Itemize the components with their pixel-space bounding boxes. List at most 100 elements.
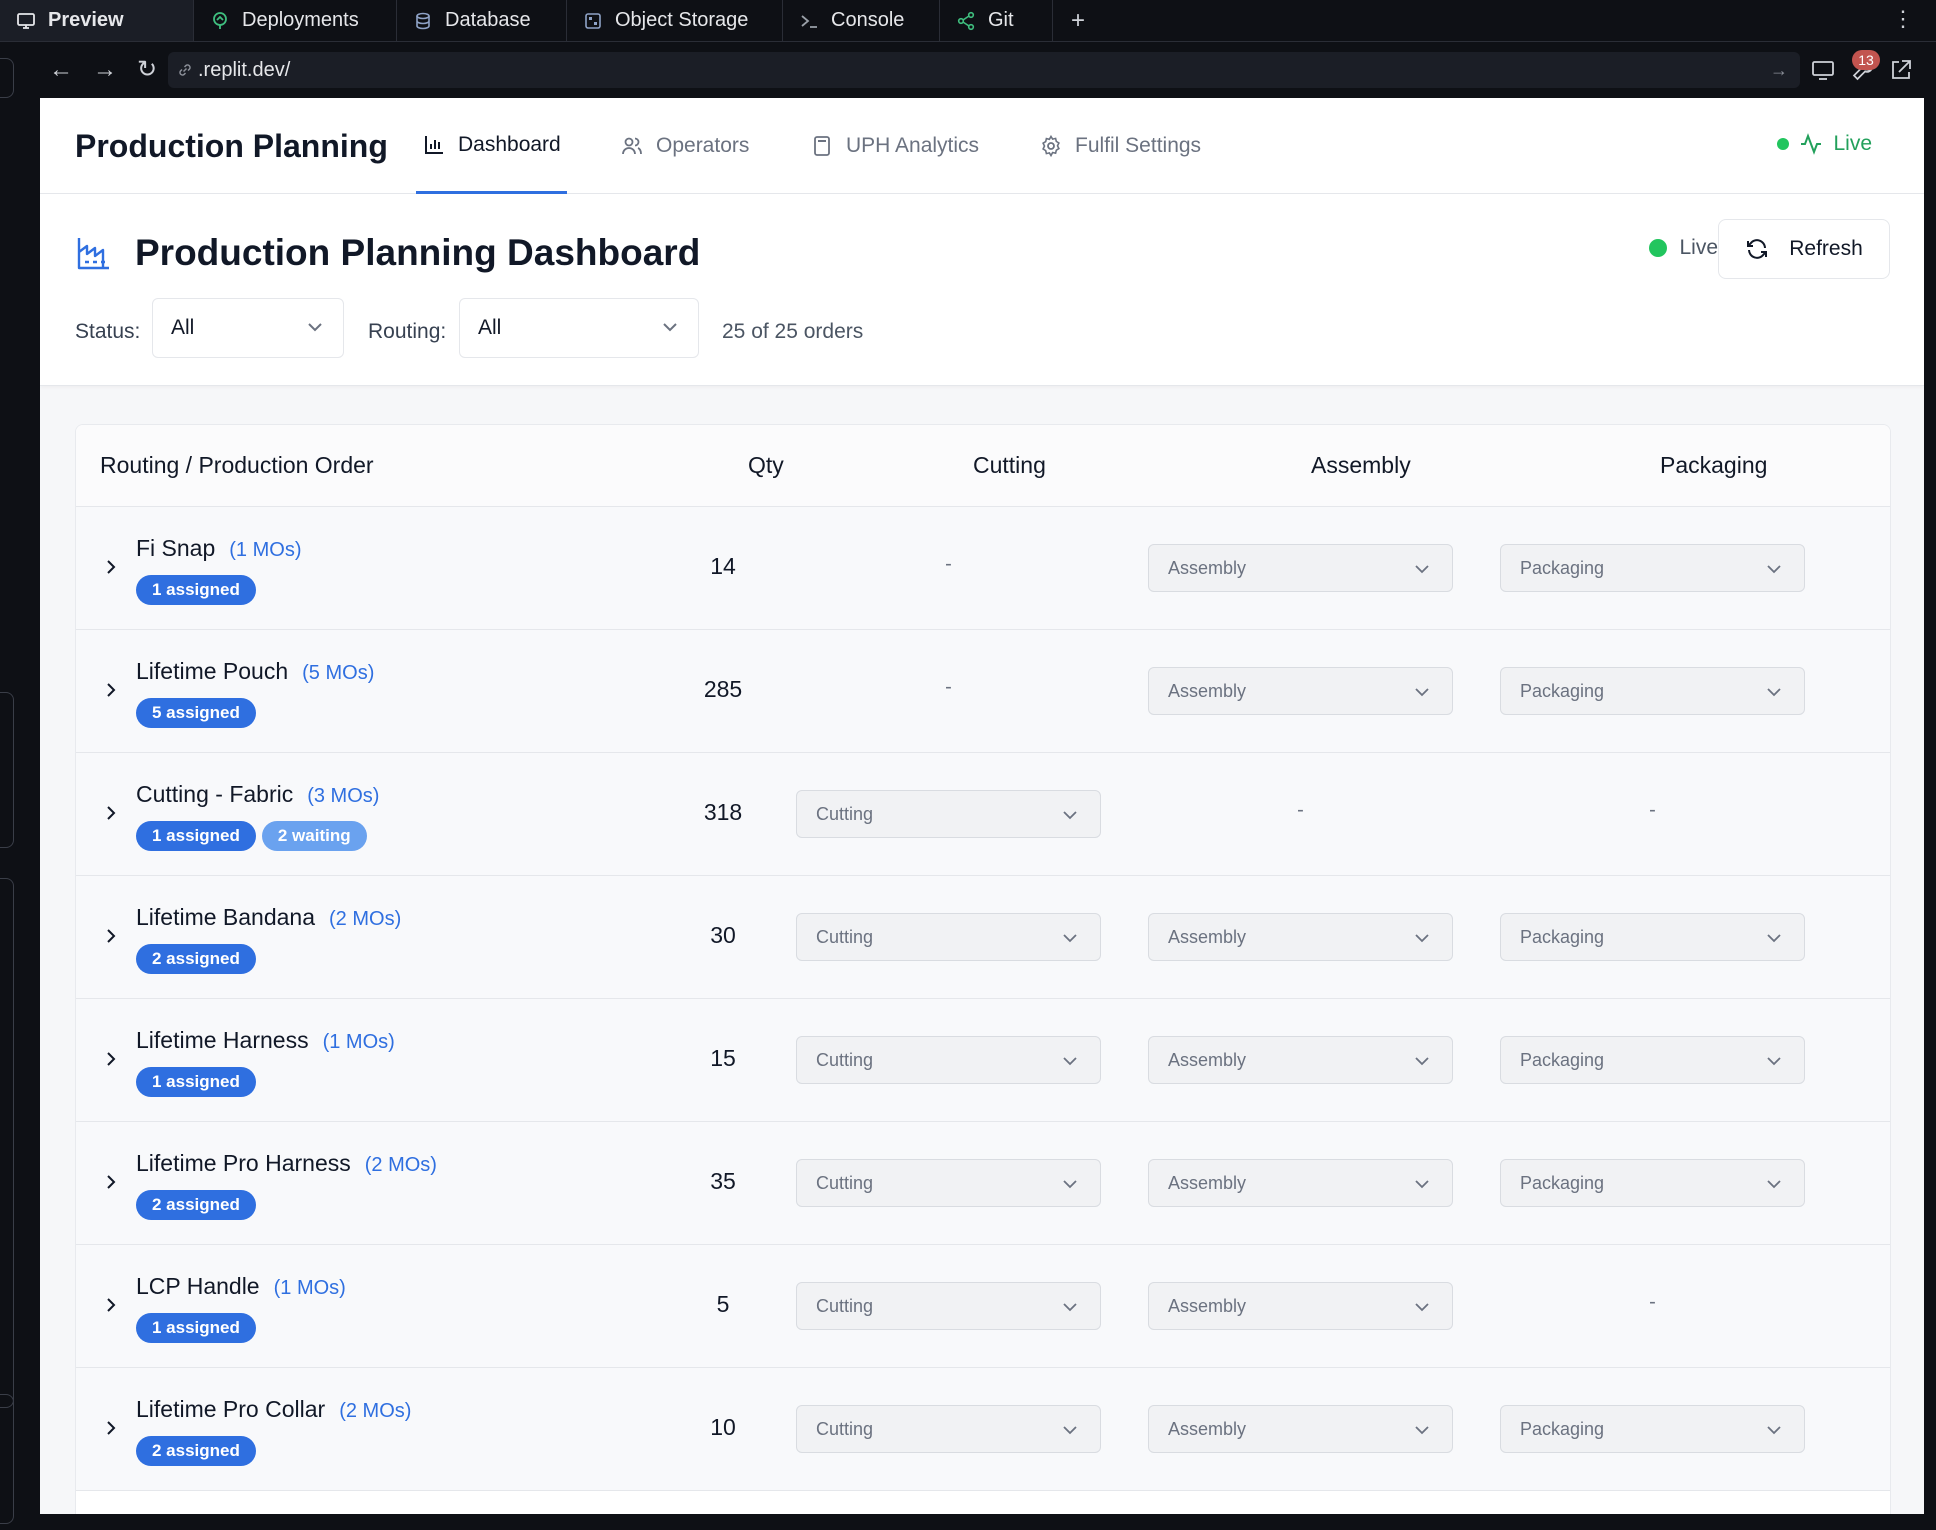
packaging-operator-select[interactable]: Packaging: [1500, 1405, 1805, 1453]
mo-count[interactable]: (1 MOs): [229, 539, 301, 562]
qty-value: 14: [710, 553, 736, 579]
assembly-operator-select[interactable]: Assembly: [1148, 1405, 1453, 1453]
ide-tab-deployments[interactable]: Deployments: [194, 0, 397, 41]
forward-arrow-icon[interactable]: →: [90, 55, 120, 85]
reload-icon[interactable]: ↻: [132, 55, 162, 85]
assembly-operator-select[interactable]: Assembly: [1148, 1036, 1453, 1084]
chevron-right-icon[interactable]: [104, 1049, 118, 1069]
chevron-right-icon[interactable]: [104, 680, 118, 700]
nav-live-indicator: Live: [1777, 132, 1872, 156]
panel-handle[interactable]: [0, 692, 14, 848]
assembly-operator-select[interactable]: Assembly: [1148, 544, 1453, 592]
ide-tab-console[interactable]: Console: [783, 0, 940, 41]
packaging-operator-select[interactable]: Packaging: [1500, 1159, 1805, 1207]
cutting-operator-select[interactable]: Cutting: [796, 1159, 1101, 1207]
refresh-label: Refresh: [1789, 237, 1863, 260]
tab-dashboard[interactable]: Dashboard: [416, 98, 567, 194]
tab-operators[interactable]: Operators: [620, 98, 749, 194]
url-input[interactable]: .replit.dev/ →: [168, 52, 1800, 88]
cutting-operator-select[interactable]: Cutting: [796, 1036, 1101, 1084]
routing-select[interactable]: All: [459, 298, 699, 358]
ide-tab-preview[interactable]: Preview: [0, 0, 194, 41]
mo-count[interactable]: (1 MOs): [274, 1277, 346, 1300]
live-label: Live: [1679, 236, 1718, 259]
chevron-down-icon: [1767, 1180, 1781, 1189]
select-placeholder: Assembly: [1168, 681, 1247, 701]
mo-count[interactable]: (5 MOs): [302, 662, 374, 685]
chevron-down-icon: [1415, 688, 1429, 697]
tab-uph-analytics[interactable]: UPH Analytics: [810, 98, 979, 194]
table-row[interactable]: Lifetime Pro Harness (2 MOs) 2 assigned 35 C…: [76, 1122, 1890, 1245]
panel-handle[interactable]: [0, 878, 14, 1408]
ide-tab-git[interactable]: Git: [940, 0, 1053, 41]
device-preview-icon[interactable]: [1810, 57, 1836, 83]
status-badges: 5 assigned: [136, 698, 256, 728]
tab-fulfil-settings[interactable]: Fulfil Settings: [1039, 98, 1201, 194]
status-badge: 1 assigned: [136, 1313, 256, 1343]
table-row[interactable]: Lifetime Pouch (5 MOs) 5 assigned 285 - Assem…: [76, 630, 1890, 753]
table-row[interactable]: Lifetime Harness (1 MOs) 1 assigned 15 Cutti…: [76, 999, 1890, 1122]
mo-count[interactable]: (1 MOs): [323, 1031, 395, 1054]
packaging-operator-select[interactable]: Packaging: [1500, 913, 1805, 961]
go-arrow-icon[interactable]: →: [1770, 52, 1788, 88]
chevron-right-icon[interactable]: [104, 1172, 118, 1192]
col-header-assembly: Assembly: [1311, 452, 1411, 478]
table-row[interactable]: Lifetime Bandana (2 MOs) 2 assigned 30 Cutti…: [76, 876, 1890, 999]
mo-count[interactable]: (2 MOs): [365, 1154, 437, 1177]
chevron-right-icon[interactable]: [104, 1418, 118, 1438]
open-external-icon[interactable]: [1888, 57, 1914, 83]
panel-handle[interactable]: [0, 1394, 14, 1524]
terminal-icon: [801, 15, 817, 28]
packaging-operator-select[interactable]: Packaging: [1500, 1036, 1805, 1084]
back-arrow-icon[interactable]: ←: [46, 55, 76, 85]
chevron-right-icon[interactable]: [104, 926, 118, 946]
cutting-operator-select[interactable]: Cutting: [796, 790, 1101, 838]
packaging-operator-select[interactable]: Packaging: [1500, 667, 1805, 715]
select-placeholder: Cutting: [816, 1050, 874, 1070]
live-dot-icon: [1777, 138, 1790, 150]
status-select[interactable]: All: [152, 298, 344, 358]
ide-tab-database[interactable]: Database: [397, 0, 567, 41]
cutting-operator-select[interactable]: Cutting: [796, 1405, 1101, 1453]
mo-count[interactable]: (3 MOs): [307, 785, 379, 808]
table-row[interactable]: Cutting - Fabric (3 MOs) 1 assigned 2 waiti…: [76, 753, 1890, 876]
select-placeholder: Assembly: [1168, 927, 1247, 947]
ide-tab-object-storage[interactable]: Object Storage: [567, 0, 783, 41]
chevron-down-icon: [1415, 1180, 1429, 1189]
status-badges: 2 assigned: [136, 1190, 256, 1220]
assembly-operator-select[interactable]: Assembly: [1148, 1159, 1453, 1207]
assembly-operator-select[interactable]: Assembly: [1148, 913, 1453, 961]
qty-value: 285: [703, 676, 743, 702]
live-dot-icon: [1649, 239, 1668, 257]
chevron-right-icon[interactable]: [104, 557, 118, 577]
table-row[interactable]: Fi Snap (1 MOs) 1 assigned 14 - Assembly Packa…: [76, 507, 1890, 630]
select-placeholder: Assembly: [1168, 1173, 1247, 1193]
order-name-line: Lifetime Bandana (2 MOs): [136, 904, 401, 931]
mo-count[interactable]: (2 MOs): [329, 908, 401, 931]
packaging-operator-select[interactable]: Packaging: [1500, 544, 1805, 592]
table-body: Fi Snap (1 MOs) 1 assigned 14 - Assembly Packa…: [76, 507, 1890, 1491]
link-icon: [179, 64, 191, 76]
bar-chart-icon: [425, 135, 443, 154]
devtools-badge: 13: [1852, 50, 1880, 70]
assembly-operator-select[interactable]: Assembly: [1148, 1282, 1453, 1330]
routing-name: LCP Handle: [136, 1273, 260, 1299]
chevron-right-icon[interactable]: [104, 1295, 118, 1315]
cutting-operator-select[interactable]: Cutting: [796, 913, 1101, 961]
new-tab-button[interactable]: +: [1053, 0, 1103, 41]
table-row[interactable]: Lifetime Pro Collar (2 MOs) 2 assigned 10 Cu…: [76, 1368, 1890, 1491]
refresh-button[interactable]: Refresh: [1718, 219, 1890, 279]
select-placeholder: Cutting: [816, 1296, 874, 1316]
assembly-operator-select[interactable]: Assembly: [1148, 667, 1453, 715]
cutting-operator-select[interactable]: Cutting: [796, 1282, 1101, 1330]
panel-handle[interactable]: [0, 58, 14, 98]
chevron-right-icon[interactable]: [104, 803, 118, 823]
order-name-line: Lifetime Pro Collar (2 MOs): [136, 1396, 411, 1423]
routing-name: Lifetime Bandana: [136, 904, 316, 930]
more-menu-icon[interactable]: ⋮: [1892, 6, 1914, 32]
chevron-down-icon: [1063, 1303, 1077, 1312]
select-placeholder: Assembly: [1168, 558, 1247, 578]
mo-count[interactable]: (2 MOs): [339, 1400, 411, 1423]
table-row[interactable]: LCP Handle (1 MOs) 1 assigned 5 Cutting Assem…: [76, 1245, 1890, 1368]
select-placeholder: Cutting: [816, 804, 874, 824]
